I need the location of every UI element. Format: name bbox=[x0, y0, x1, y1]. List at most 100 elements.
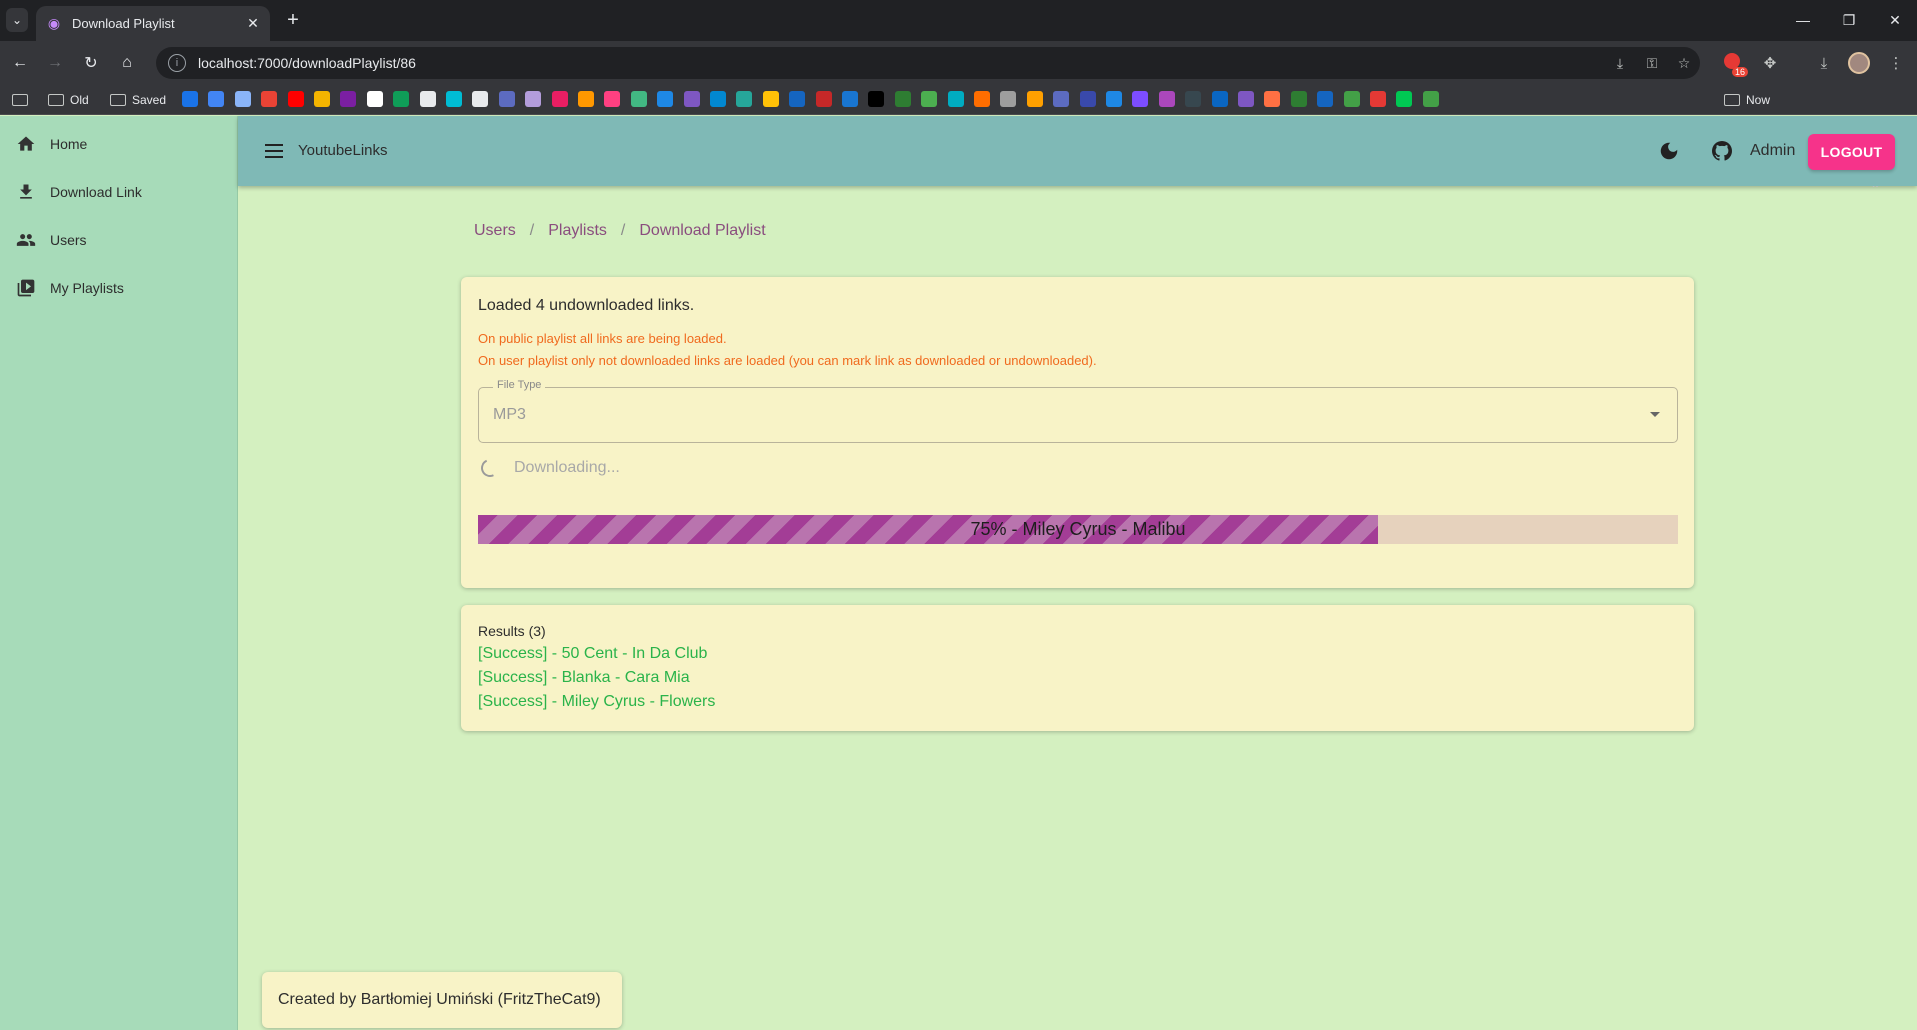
bookmark-favicon-icon[interactable] bbox=[420, 91, 436, 107]
bookmark-favicon-icon[interactable] bbox=[1344, 91, 1360, 107]
bookmark-favicon-icon[interactable] bbox=[948, 91, 964, 107]
bookmark-favicon-icon[interactable] bbox=[1291, 91, 1307, 107]
bookmark-favicon-icon[interactable] bbox=[1238, 91, 1254, 107]
bookmark-favicon-icon[interactable] bbox=[1053, 91, 1069, 107]
minimize-button[interactable]: — bbox=[1788, 8, 1818, 32]
footer-credit: Created by Bartłomiej Umiński (FritzTheC… bbox=[262, 972, 622, 1028]
folder-icon bbox=[1724, 94, 1740, 106]
bookmark-favicon-icon[interactable] bbox=[340, 91, 356, 107]
new-tab-button[interactable]: + bbox=[281, 8, 305, 32]
site-info-icon[interactable]: i bbox=[168, 54, 186, 72]
bookmark-favicon-icon[interactable] bbox=[367, 91, 383, 107]
downloads-icon[interactable]: ⤓ bbox=[1812, 51, 1836, 75]
browser-tab[interactable]: ◉ Download Playlist ✕ bbox=[36, 6, 270, 41]
breadcrumb-users[interactable]: Users bbox=[474, 222, 516, 240]
bookmark-favicon-icon[interactable] bbox=[1370, 91, 1386, 107]
bookmark-favicon-icon[interactable] bbox=[789, 91, 805, 107]
bookmark-favicon-icon[interactable] bbox=[604, 91, 620, 107]
bookmark-favicon-icon[interactable] bbox=[842, 91, 858, 107]
bookmark-favicon-icon[interactable] bbox=[1212, 91, 1228, 107]
users-icon bbox=[15, 229, 37, 251]
bookmark-favicon-icon[interactable] bbox=[1106, 91, 1122, 107]
reload-button[interactable]: ↻ bbox=[79, 51, 103, 75]
bookmark-favicon-icon[interactable] bbox=[446, 91, 462, 107]
bookmark-favicon-icon[interactable] bbox=[1423, 91, 1439, 107]
breadcrumb-separator: / bbox=[529, 222, 535, 239]
bookmark-favicon-icon[interactable] bbox=[1159, 91, 1175, 107]
loading-spinner-icon bbox=[478, 456, 502, 480]
close-window-button[interactable]: ✕ bbox=[1880, 8, 1910, 32]
bookmark-favicon-icon[interactable] bbox=[182, 91, 198, 107]
bookmark-favicon-icon[interactable] bbox=[525, 91, 541, 107]
bookmarks-folder-icon[interactable] bbox=[12, 90, 34, 110]
download-status-text: Downloading... bbox=[514, 459, 620, 476]
password-key-icon[interactable]: ⚿ bbox=[1642, 54, 1662, 72]
bookmark-folder-old[interactable]: Old bbox=[48, 90, 89, 110]
bookmark-favicon-icon[interactable] bbox=[472, 91, 488, 107]
bookmark-favicon-icon[interactable] bbox=[1132, 91, 1148, 107]
bookmark-favicon-icon[interactable] bbox=[684, 91, 700, 107]
bookmark-favicon-icon[interactable] bbox=[895, 91, 911, 107]
bookmark-favicon-icon[interactable] bbox=[1080, 91, 1096, 107]
bookmark-folder-saved[interactable]: Saved bbox=[110, 90, 166, 110]
bookmark-favicon-icon[interactable] bbox=[1317, 91, 1333, 107]
bookmark-favicon-icon[interactable] bbox=[235, 91, 251, 107]
github-icon[interactable] bbox=[1710, 139, 1734, 163]
logout-button[interactable]: LOGOUT bbox=[1808, 134, 1895, 170]
bookmark-favicon-icon[interactable] bbox=[499, 91, 515, 107]
breadcrumb-playlists[interactable]: Playlists bbox=[548, 222, 607, 240]
address-bar[interactable]: i localhost:7000/downloadPlaylist/86 ⤓ ⚿… bbox=[156, 47, 1700, 79]
bookmark-favicon-icon[interactable] bbox=[816, 91, 832, 107]
tab-search-button[interactable]: ⌄ bbox=[6, 8, 28, 32]
result-item: [Success] - 50 Cent - In Da Club bbox=[478, 645, 708, 662]
dark-mode-toggle-icon[interactable] bbox=[1658, 140, 1680, 162]
bookmark-favicon-icon[interactable] bbox=[631, 91, 647, 107]
menu-toggle-button[interactable] bbox=[262, 139, 286, 163]
bookmark-favicon-icon[interactable] bbox=[208, 91, 224, 107]
bookmark-favicon-icon[interactable] bbox=[288, 91, 304, 107]
download-card: Loaded 4 undownloaded links. On public p… bbox=[461, 277, 1694, 588]
bookmark-favicon-icon[interactable] bbox=[974, 91, 990, 107]
file-type-select[interactable]: File Type MP3 bbox=[478, 379, 1678, 443]
sidebar-item-my-playlists[interactable]: My Playlists bbox=[0, 268, 238, 308]
sidebar-item-home[interactable]: Home bbox=[0, 124, 238, 164]
breadcrumb: Users / Playlists / Download Playlist bbox=[474, 222, 766, 240]
sidebar-item-download-link[interactable]: Download Link bbox=[0, 172, 238, 212]
result-item: [Success] - Miley Cyrus - Flowers bbox=[478, 693, 716, 710]
result-item: [Success] - Blanka - Cara Mia bbox=[478, 669, 690, 686]
bookmark-favicon-icon[interactable] bbox=[393, 91, 409, 107]
home-icon bbox=[15, 133, 37, 155]
browser-toolbar: ← → ↻ ⌂ i localhost:7000/downloadPlaylis… bbox=[0, 41, 1917, 85]
back-button[interactable]: ← bbox=[8, 51, 32, 75]
bookmark-favicon-icon[interactable] bbox=[921, 91, 937, 107]
bookmark-favicon-icon[interactable] bbox=[868, 91, 884, 107]
bookmark-favicon-icon[interactable] bbox=[261, 91, 277, 107]
bookmark-favicon-icon[interactable] bbox=[657, 91, 673, 107]
bookmark-star-icon[interactable]: ☆ bbox=[1674, 54, 1694, 72]
dropdown-arrow-icon bbox=[1650, 412, 1660, 417]
bookmark-favicon-icon[interactable] bbox=[1396, 91, 1412, 107]
forward-button[interactable]: → bbox=[43, 51, 67, 75]
tab-close-icon[interactable]: ✕ bbox=[244, 14, 262, 32]
restore-button[interactable]: ❐ bbox=[1834, 8, 1864, 32]
bookmark-favicon-icon[interactable] bbox=[1185, 91, 1201, 107]
extension-icon[interactable]: 16 bbox=[1722, 51, 1748, 77]
bookmark-favicon-icon[interactable] bbox=[552, 91, 568, 107]
bookmark-favicon-icon[interactable] bbox=[1027, 91, 1043, 107]
browser-menu-icon[interactable]: ⋮ bbox=[1884, 51, 1908, 75]
bookmark-folder-now[interactable]: Now bbox=[1724, 90, 1770, 110]
bookmark-favicon-icon[interactable] bbox=[578, 91, 594, 107]
bookmark-favicon-icon[interactable] bbox=[1264, 91, 1280, 107]
app-title: YoutubeLinks bbox=[298, 142, 388, 159]
download-icon bbox=[15, 181, 37, 203]
bookmark-favicon-icon[interactable] bbox=[763, 91, 779, 107]
profile-avatar[interactable] bbox=[1848, 52, 1870, 74]
bookmark-favicon-icon[interactable] bbox=[314, 91, 330, 107]
bookmark-favicon-icon[interactable] bbox=[736, 91, 752, 107]
sidebar-item-users[interactable]: Users bbox=[0, 220, 238, 260]
bookmark-favicon-icon[interactable] bbox=[710, 91, 726, 107]
home-button[interactable]: ⌂ bbox=[115, 51, 139, 75]
bookmark-favicon-icon[interactable] bbox=[1000, 91, 1016, 107]
install-icon[interactable]: ⤓ bbox=[1610, 54, 1630, 72]
extensions-puzzle-icon[interactable]: ✥ bbox=[1758, 51, 1782, 75]
